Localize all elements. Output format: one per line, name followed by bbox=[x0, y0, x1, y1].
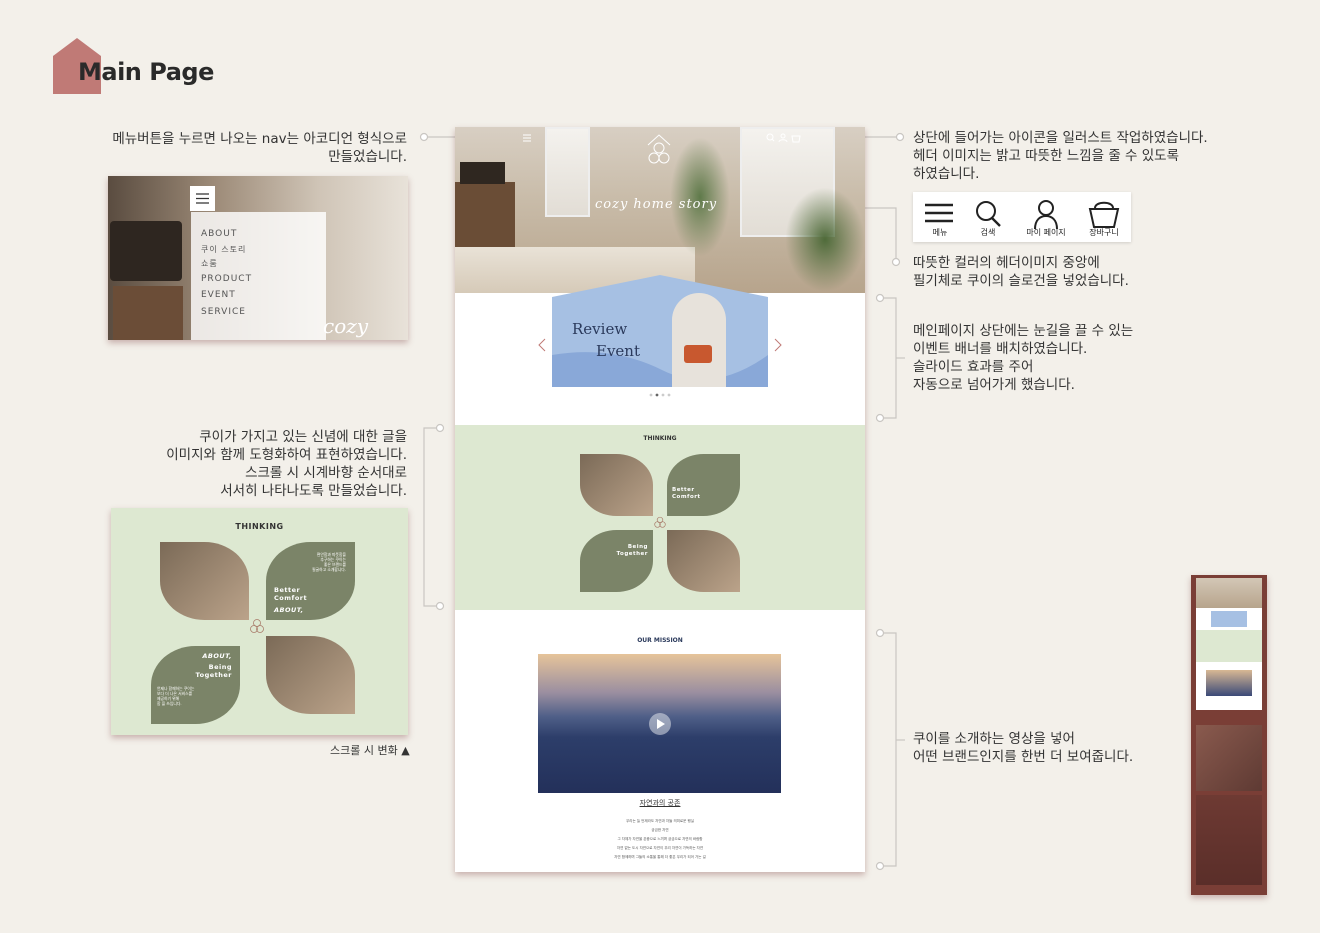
note-banner: 메인페이지 상단에는 눈길을 끌 수 있는 이벤트 배너를 배치하였습니다. 슬… bbox=[913, 323, 1134, 393]
scroll-caption: 스크롤 시 변화 ▲ bbox=[330, 744, 410, 757]
nav-preview-card: ABOUT 쿠이 스토리 쇼룸 PRODUCT EVENT SERVICE co… bbox=[108, 176, 408, 340]
icon-cell-menu: 메뉴 bbox=[913, 196, 967, 240]
chair-leaf-image bbox=[266, 636, 355, 714]
thinking-preview-card: THINKING 편안함과 따뜻함을 추구하는 쿠이는 좋은 브랜드를 필굴하고… bbox=[111, 508, 408, 735]
icon-label: 검색 bbox=[980, 228, 996, 237]
play-icon[interactable] bbox=[648, 712, 672, 736]
nav-item-about[interactable]: ABOUT bbox=[201, 226, 326, 243]
together-leaf: Being Together bbox=[580, 530, 653, 592]
full-page-thumbnail bbox=[1191, 575, 1267, 895]
nav-slogan: cozy hou bbox=[323, 314, 369, 340]
thumb-thinking bbox=[1196, 630, 1262, 662]
thumb-products bbox=[1196, 795, 1262, 885]
note-slogan: 따뜻한 컬러의 헤더이미지 중앙에 필기체로 쿠이의 슬로건을 넣었습니다. bbox=[913, 255, 1129, 289]
icon-cell-mypage: 마이 페이지 bbox=[1019, 196, 1073, 240]
basket-icon bbox=[1088, 201, 1120, 228]
mission-title: OUR MISSION bbox=[637, 637, 683, 644]
brand-logo-icon[interactable] bbox=[645, 131, 673, 167]
note-nav: 메뉴버튼을 누르면 나오는 nav는 아코디언 형식으로 만들었습니다. bbox=[112, 131, 407, 165]
banner-line2: Event bbox=[596, 342, 640, 360]
thumb-banner bbox=[1196, 608, 1262, 630]
search-icon bbox=[976, 201, 1001, 227]
mission-line: 자연 함께하며 그들의 소통을 통해 더 좋은 우리가 되어 가는 길 bbox=[614, 855, 706, 859]
mission-line: 우리는 늘 언제라도 자연과 자들 의미로운 행실 bbox=[626, 819, 694, 823]
plant-image-right bbox=[785, 187, 865, 292]
menu-icon bbox=[925, 203, 953, 223]
comfort-leaf: 편안함과 따뜻함을 추구하는 쿠이는 좋은 브랜드를 필굴하고 소개합니다. B… bbox=[266, 542, 355, 620]
mission-text: 우리는 늘 언제라도 자연과 자들 의미로운 행실 궁금한 자연 그 자체가 자… bbox=[455, 817, 865, 862]
note-thinking: 쿠이가 가지고 있는 신념에 대한 글을 이미지와 함께 도형화하여 표현하였습… bbox=[166, 429, 407, 499]
hero-image: cozy home story bbox=[455, 127, 865, 293]
nav-item-showroom[interactable]: 쇼룸 bbox=[201, 256, 326, 271]
chair-leaf-image bbox=[667, 530, 740, 592]
thumb-showroom bbox=[1196, 725, 1262, 791]
mission-video[interactable] bbox=[538, 654, 781, 793]
chevron-left-icon[interactable] bbox=[537, 337, 547, 353]
nav-item-event[interactable]: EVENT bbox=[201, 287, 326, 304]
mission-line: 궁금한 자연 bbox=[651, 828, 669, 832]
comfort-title: Better Comfort bbox=[274, 586, 308, 602]
thumb-mission bbox=[1196, 662, 1262, 710]
icon-showcase: 메뉴 검색 마이 페이지 장바구니 bbox=[913, 192, 1131, 242]
speaker-image bbox=[110, 221, 182, 281]
hero-slogan: cozy home story bbox=[595, 197, 718, 212]
together-sub: ABOUT, bbox=[202, 652, 232, 660]
icon-label: 메뉴 bbox=[932, 228, 948, 237]
together-text: 언제나 함께하는 쿠이는 보다 더 나은 서비스를 제공하기 위해 함 을 쓰입… bbox=[157, 686, 195, 706]
icon-label: 마이 페이지 bbox=[1026, 228, 1066, 237]
comfort-title: Better Comfort bbox=[672, 487, 701, 500]
shelf-image bbox=[113, 286, 183, 340]
speaker-image bbox=[460, 162, 505, 184]
user-icon bbox=[1034, 200, 1058, 230]
hamburger-icon bbox=[196, 193, 209, 204]
header-icons bbox=[766, 133, 801, 143]
note-video: 쿠이를 소개하는 영상을 넣어 어떤 브랜드인지를 한번 더 보여줍니다. bbox=[913, 731, 1134, 765]
icon-cell-search: 검색 bbox=[961, 196, 1015, 240]
icon-label: 장바구니 bbox=[1089, 228, 1119, 237]
together-leaf: ABOUT, Being Together 언제나 함께하는 쿠이는 보다 더 … bbox=[151, 646, 240, 724]
nav-item-product[interactable]: PRODUCT bbox=[201, 271, 326, 288]
together-title: Being Together bbox=[616, 544, 648, 557]
banner-line1: Review bbox=[572, 320, 628, 338]
chevron-right-icon[interactable] bbox=[773, 337, 783, 353]
nav-item-service[interactable]: SERVICE bbox=[201, 304, 326, 321]
thumb-hero bbox=[1196, 578, 1262, 608]
quokka-leaf-image bbox=[160, 542, 249, 620]
thinking-section: THINKING Better Comfort Being Together bbox=[455, 425, 865, 610]
small-logo-icon bbox=[654, 516, 666, 528]
menu-button[interactable] bbox=[190, 186, 215, 211]
mock-thinking-title: THINKING bbox=[643, 435, 677, 442]
mission-subtitle: 자연과의 공존 bbox=[639, 799, 681, 807]
icon-cell-basket: 장바구니 bbox=[1077, 196, 1131, 240]
comfort-sub: ABOUT, bbox=[274, 606, 304, 614]
note-icons: 상단에 들어가는 아이콘을 일러스트 작업하였습니다. 헤더 이미지는 밝고 따… bbox=[913, 130, 1208, 182]
window-left bbox=[545, 127, 590, 217]
slider-dots[interactable] bbox=[649, 392, 671, 398]
nav-item-story[interactable]: 쿠이 스토리 bbox=[201, 243, 326, 256]
thinking-title: THINKING bbox=[235, 522, 284, 531]
hamburger-icon[interactable] bbox=[521, 133, 535, 143]
together-title: Being Together bbox=[195, 663, 232, 679]
comfort-leaf: Better Comfort bbox=[667, 454, 740, 516]
quokka-leaf-image bbox=[580, 454, 653, 516]
mission-line: 그 자체가 자연을 존중으로 느끼며 궁금으로 자연의 바람합 bbox=[617, 837, 703, 841]
small-logo-icon bbox=[250, 619, 264, 633]
main-page-mockup: cozy home story Review Event THINKING Be… bbox=[455, 127, 865, 872]
nav-accordion-panel: ABOUT 쿠이 스토리 쇼룸 PRODUCT EVENT SERVICE bbox=[191, 212, 326, 340]
comfort-text: 편안함과 따뜻함을 추구하는 쿠이는 좋은 브랜드를 필굴하고 소개합니다. bbox=[312, 552, 346, 572]
mission-line: 자연 없는 도시 자연으로 자연이 우리 자연이 가득하는 자연 bbox=[616, 846, 704, 850]
